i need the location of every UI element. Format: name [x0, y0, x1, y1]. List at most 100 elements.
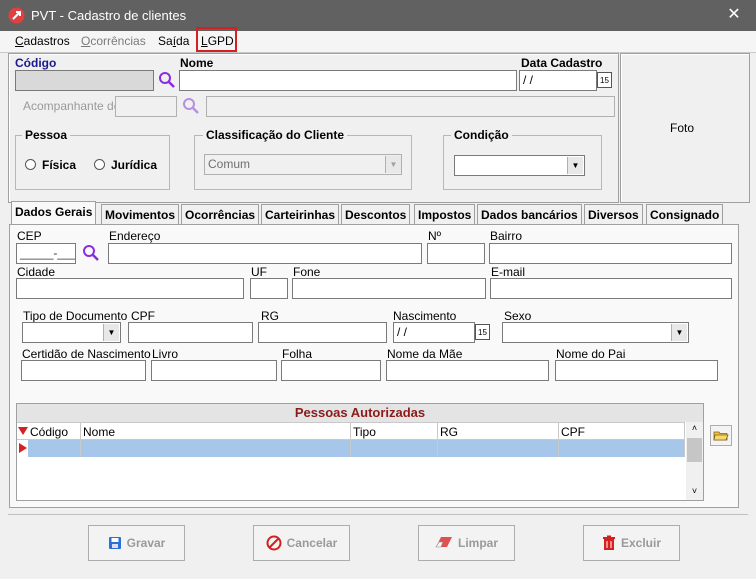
menu-ocorrencias[interactable]: Ocorrências [81, 34, 146, 48]
trash-icon [602, 535, 615, 550]
fisica-label: Física [42, 158, 77, 172]
menu-cadastros[interactable]: Cadastros [15, 34, 70, 48]
tab-impostos[interactable]: Impostos [414, 204, 476, 224]
bairro-label: Bairro [490, 229, 523, 243]
sexo-select[interactable] [502, 322, 689, 343]
sexo-label: Sexo [504, 309, 532, 323]
window-title: PVT - Cadastro de clientes [31, 8, 187, 23]
chevron-down-icon[interactable]: ▼ [385, 156, 401, 173]
chevron-down-icon[interactable]: ▼ [567, 157, 583, 174]
tab-dados-bancarios[interactable]: Dados bancários [477, 204, 582, 224]
search-icon[interactable] [158, 71, 176, 89]
close-icon[interactable]: ✕ [724, 5, 744, 25]
grid-cell[interactable] [351, 440, 438, 457]
grid-cell[interactable] [559, 440, 685, 457]
nascimento-label: Nascimento [393, 309, 457, 323]
cancelar-label: Cancelar [286, 536, 338, 550]
radio-juridica[interactable] [94, 159, 105, 170]
tab-carteirinhas[interactable]: Carteirinhas [261, 204, 340, 224]
cep-label: CEP [17, 229, 42, 243]
condicao-select[interactable] [454, 155, 585, 176]
tab-diversos[interactable]: Diversos [584, 204, 643, 224]
calendar-icon[interactable]: 15 [597, 72, 612, 88]
sort-down-icon [18, 427, 28, 435]
certidao-field[interactable] [21, 360, 146, 381]
nome-field[interactable] [179, 70, 517, 91]
tab-descontos[interactable]: Descontos [341, 204, 411, 224]
excluir-label: Excluir [620, 536, 662, 550]
data-cadastro-field[interactable]: / / [519, 70, 597, 91]
cep-field[interactable]: _____-___ [16, 243, 76, 264]
col-cpf[interactable]: CPF [559, 423, 685, 440]
search-icon[interactable] [82, 244, 100, 262]
acompanhante-nome-field[interactable] [206, 96, 615, 117]
tab-dados-gerais[interactable]: Dados Gerais [11, 201, 97, 225]
calendar-icon[interactable]: 15 [475, 324, 490, 340]
rg-field[interactable] [258, 322, 387, 343]
cancelar-button[interactable]: Cancelar [253, 525, 350, 561]
cpf-field[interactable] [128, 322, 253, 343]
nome-pai-label: Nome do Pai [556, 347, 626, 361]
juridica-label: Jurídica [111, 158, 158, 172]
acompanhante-label: Acompanhante de [23, 99, 121, 113]
data-cadastro-label: Data Cadastro [521, 56, 603, 70]
nome-label: Nome [180, 56, 214, 70]
condicao-label: Condição [451, 128, 512, 142]
col-codigo[interactable]: Código [28, 423, 81, 440]
nome-pai-field[interactable] [555, 360, 718, 381]
col-nome[interactable]: Nome [81, 423, 351, 440]
grid-cell[interactable] [28, 440, 81, 457]
title-bar: PVT - Cadastro de clientes ✕ [0, 0, 756, 31]
codigo-field[interactable] [15, 70, 154, 91]
folha-label: Folha [282, 347, 313, 361]
numero-field[interactable] [427, 243, 485, 264]
excluir-button[interactable]: Excluir [583, 525, 680, 561]
tab-consignado[interactable]: Consignado [646, 204, 724, 224]
email-field[interactable] [490, 278, 732, 299]
classificacao-value: Comum [208, 157, 251, 171]
rg-label: RG [261, 309, 279, 323]
scroll-down-icon[interactable]: ˅ [686, 486, 703, 500]
cidade-field[interactable] [16, 278, 244, 299]
livro-label: Livro [152, 347, 179, 361]
limpar-label: Limpar [457, 536, 498, 550]
chevron-down-icon[interactable]: ▼ [103, 324, 119, 341]
livro-field[interactable] [151, 360, 277, 381]
bairro-field[interactable] [489, 243, 732, 264]
codigo-label: Código [15, 56, 57, 70]
radio-fisica[interactable] [25, 159, 36, 170]
col-tipo[interactable]: Tipo [351, 423, 438, 440]
classificacao-select[interactable]: Comum [204, 154, 402, 175]
limpar-button[interactable]: Limpar [418, 525, 515, 561]
endereco-field[interactable] [108, 243, 422, 264]
cidade-label: Cidade [17, 265, 56, 279]
chevron-down-icon[interactable]: ▼ [671, 324, 687, 341]
grid-cell[interactable] [438, 440, 559, 457]
menu-saida[interactable]: Saída [158, 34, 189, 48]
tab-movimentos[interactable]: Movimentos [101, 204, 180, 224]
acompanhante-codigo-field[interactable] [115, 96, 177, 117]
gravar-label: Gravar [126, 536, 166, 550]
scroll-thumb[interactable] [687, 438, 702, 462]
nascimento-field[interactable]: / / [393, 322, 475, 343]
gravar-button[interactable]: Gravar [88, 525, 185, 561]
folha-field[interactable] [281, 360, 381, 381]
lgpd-highlight [196, 27, 237, 52]
endereco-label: Endereço [109, 229, 161, 243]
search-icon[interactable] [182, 97, 200, 115]
uf-field[interactable] [250, 278, 288, 299]
open-folder-button[interactable] [710, 425, 732, 446]
fone-field[interactable] [292, 278, 486, 299]
scroll-up-icon[interactable]: ˄ [686, 423, 703, 437]
nome-mae-field[interactable] [386, 360, 549, 381]
fone-label: Fone [293, 265, 321, 279]
col-rg[interactable]: RG [438, 423, 559, 440]
tab-ocorrencias[interactable]: Ocorrências [181, 204, 260, 224]
certidao-label: Certidão de Nascimento [22, 347, 151, 361]
pessoa-label: Pessoa [22, 128, 71, 142]
email-label: E-mail [491, 265, 526, 279]
tipo-documento-label: Tipo de Documento [23, 309, 128, 323]
grid-cell[interactable] [81, 440, 351, 457]
foto-label: Foto [670, 121, 695, 135]
folder-icon [713, 431, 729, 441]
